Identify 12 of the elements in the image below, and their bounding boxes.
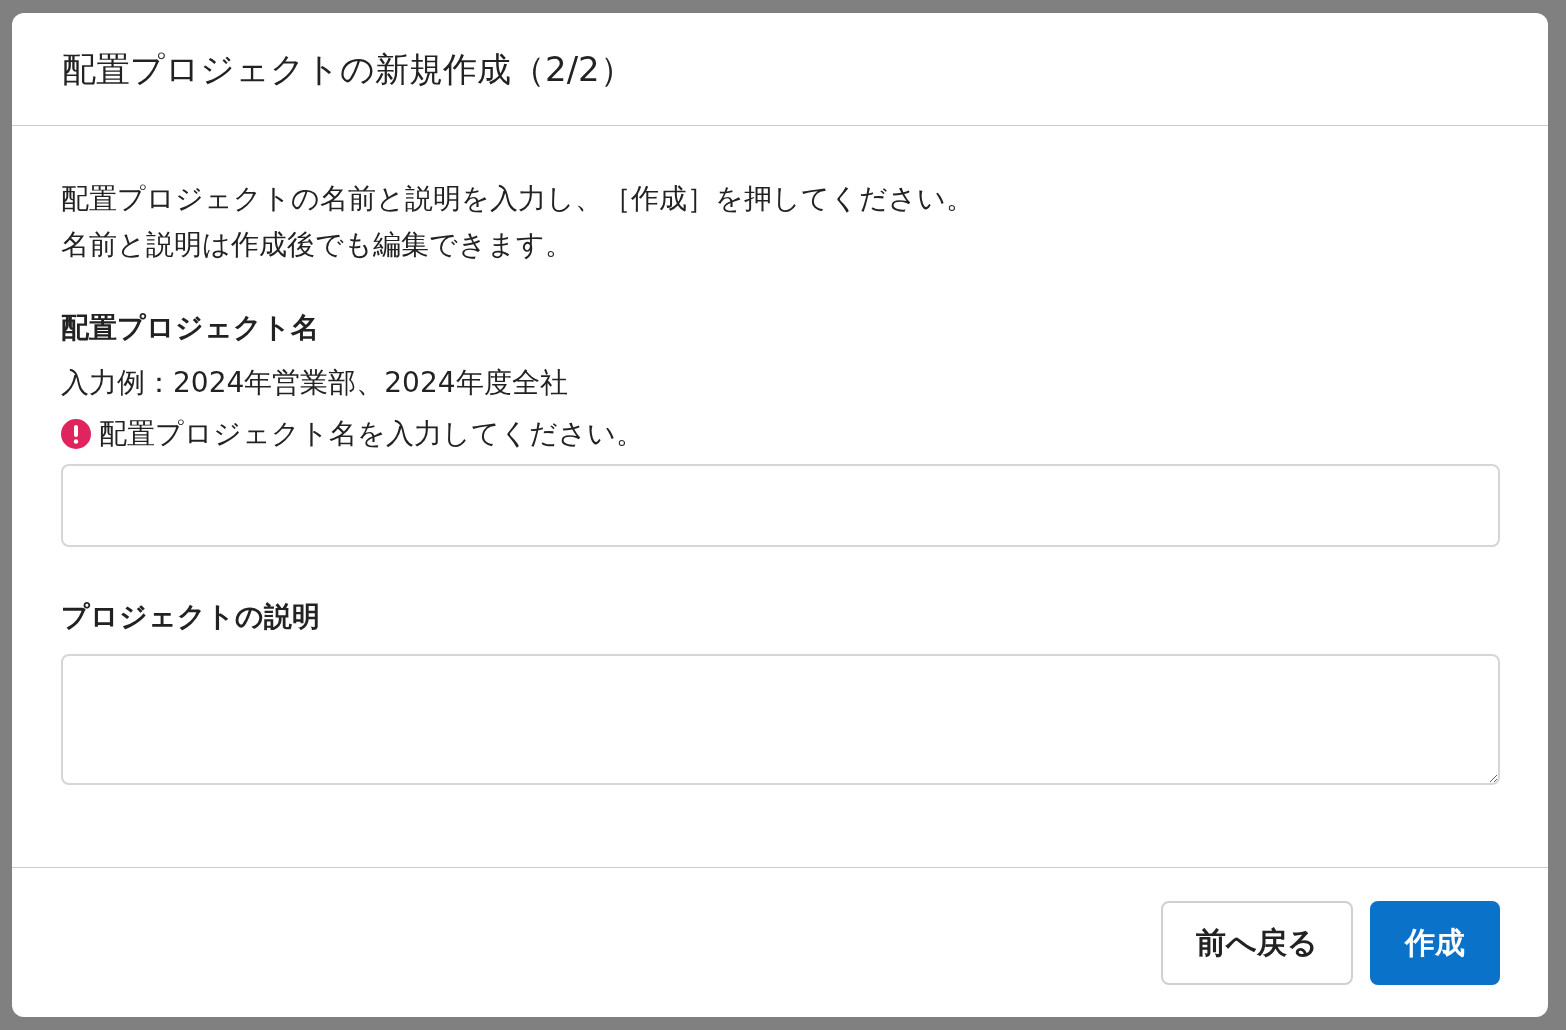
field-label: 配置プロジェクト名: [61, 310, 320, 346]
create-button[interactable]: 作成: [1370, 900, 1500, 985]
instruction-text: 配置プロジェクトの名前と説明を入力し、［作成］を押してください。: [61, 181, 975, 217]
field-label: プロジェクトの説明: [61, 598, 321, 635]
name-input[interactable]: [61, 463, 1500, 547]
instruction-text: 名前と説明は作成後でも編集できます。: [61, 227, 574, 263]
back-button[interactable]: 前へ戻る: [1161, 900, 1353, 985]
dialog-title: 配置プロジェクトの新規作成（2/2）: [62, 48, 634, 90]
hint-text: 入力例：2024年営業部、2024年度全社: [61, 365, 569, 402]
error-icon: [61, 418, 91, 449]
description-textarea[interactable]: [61, 654, 1500, 786]
error-message: 配置プロジェクト名を入力してください。: [99, 415, 644, 452]
